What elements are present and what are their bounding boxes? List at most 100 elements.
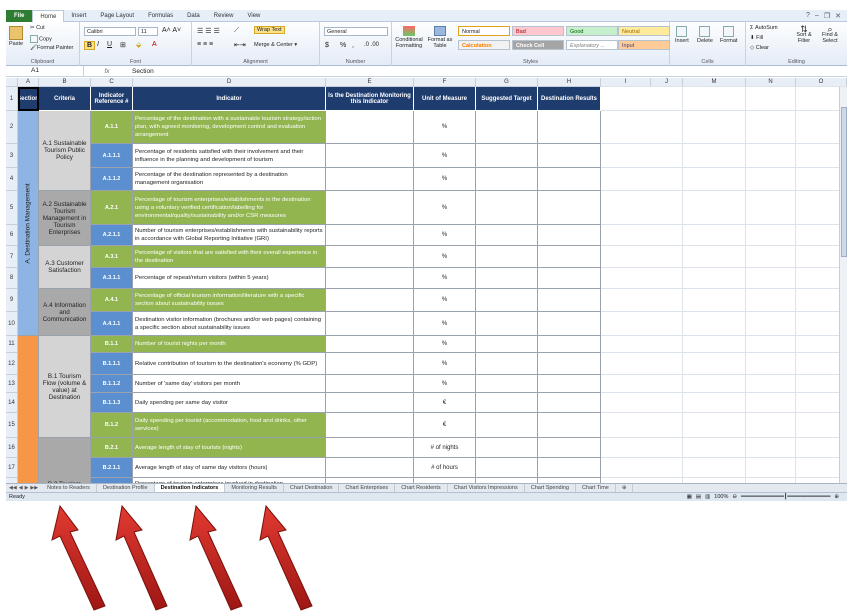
row-header-7[interactable]: 7 xyxy=(6,246,18,268)
suggested-target-cell[interactable] xyxy=(476,246,538,268)
indicator-ref[interactable]: B.2.1.1 xyxy=(91,458,133,478)
indicator-ref[interactable]: B.1.1.3 xyxy=(91,393,133,413)
format-painter-button[interactable]: 🖌Format Painter xyxy=(30,45,73,51)
underline-button[interactable]: U xyxy=(107,41,112,48)
indicator-ref[interactable]: A.1.1 xyxy=(91,111,133,144)
unit-of-measure[interactable]: # of hours xyxy=(414,458,476,478)
unit-of-measure[interactable]: % xyxy=(414,168,476,191)
style-check-cell[interactable]: Check Cell xyxy=(512,40,564,50)
unit-of-measure[interactable]: # of nights xyxy=(414,438,476,458)
currency-button[interactable]: $ xyxy=(325,42,329,49)
indicator-text[interactable]: Percentage of tourism enterprises/establ… xyxy=(133,191,326,225)
indicator-ref[interactable]: A.3.1 xyxy=(91,246,133,268)
column-header-d[interactable]: D xyxy=(133,78,326,87)
font-name-select[interactable]: Calibri xyxy=(84,27,136,36)
monitoring-cell[interactable] xyxy=(326,312,414,336)
suggested-target-cell[interactable] xyxy=(476,168,538,191)
row-header-13[interactable]: 13 xyxy=(6,375,18,393)
header-ref[interactable]: Indicator Reference # xyxy=(91,87,133,111)
suggested-target-cell[interactable] xyxy=(476,312,538,336)
row-header-14[interactable]: 14 xyxy=(6,393,18,413)
merge-center-button[interactable]: Merge & Center ▾ xyxy=(254,42,297,48)
destination-results-cell[interactable] xyxy=(538,225,601,246)
indicator-ref[interactable]: A.2.1.1 xyxy=(91,225,133,246)
unit-of-measure[interactable]: % xyxy=(414,268,476,289)
restore-icon[interactable]: ❐ xyxy=(824,12,830,20)
indicator-ref[interactable]: A.4.1 xyxy=(91,289,133,312)
suggested-target-cell[interactable] xyxy=(476,144,538,168)
find-select-button[interactable]: ⌕ Find & Select xyxy=(818,25,842,45)
tab-page-layout[interactable]: Page Layout xyxy=(93,10,141,22)
indicator-ref[interactable]: A.4.1.1 xyxy=(91,312,133,336)
header-monitoring[interactable]: Is the Destination Monitoring this Indic… xyxy=(326,87,414,111)
indicator-text[interactable]: Percentage of the destination with a sus… xyxy=(133,111,326,144)
indicator-text[interactable]: Percentage of official tourism informati… xyxy=(133,289,326,312)
indicator-text[interactable]: Percentage of visitors that are satisfie… xyxy=(133,246,326,268)
destination-results-cell[interactable] xyxy=(538,144,601,168)
suggested-target-cell[interactable] xyxy=(476,393,538,413)
next-sheet-icon[interactable]: ▶ xyxy=(25,485,29,491)
monitoring-cell[interactable] xyxy=(326,393,414,413)
prev-sheet-icon[interactable]: ◀ xyxy=(19,485,23,491)
criteria-a4[interactable]: A.4 Information and Communication xyxy=(39,289,91,336)
row-header-9[interactable]: 9 xyxy=(6,289,18,312)
cut-button[interactable]: ✂ Cut xyxy=(30,25,45,31)
monitoring-cell[interactable] xyxy=(326,225,414,246)
monitoring-cell[interactable] xyxy=(326,438,414,458)
minimize-icon[interactable]: – xyxy=(815,12,819,20)
section-a-cell[interactable]: A. Destination Management xyxy=(18,111,39,336)
destination-results-cell[interactable] xyxy=(538,312,601,336)
unit-of-measure[interactable]: % xyxy=(414,375,476,393)
destination-results-cell[interactable] xyxy=(538,375,601,393)
tab-view[interactable]: View xyxy=(240,10,267,22)
row-header-6[interactable]: 6 xyxy=(6,225,18,246)
indicator-ref[interactable]: A.2.1 xyxy=(91,191,133,225)
monitoring-cell[interactable] xyxy=(326,353,414,375)
indicator-text[interactable]: Average length of stay of same day visit… xyxy=(133,458,326,478)
insert-cells-button[interactable]: Insert xyxy=(675,26,689,44)
unit-of-measure[interactable]: % xyxy=(414,225,476,246)
monitoring-cell[interactable] xyxy=(326,413,414,438)
unit-of-measure[interactable]: % xyxy=(414,289,476,312)
monitoring-cell[interactable] xyxy=(326,111,414,144)
indicator-text[interactable]: Number of 'same day' visitors per month xyxy=(133,375,326,393)
column-header-b[interactable]: B xyxy=(39,78,91,87)
conditional-formatting-button[interactable]: Conditional Formatting xyxy=(394,26,424,49)
fx-icon[interactable]: fx xyxy=(84,68,130,75)
unit-of-measure[interactable]: % xyxy=(414,336,476,353)
select-all-corner[interactable] xyxy=(6,78,18,87)
destination-results-cell[interactable] xyxy=(538,246,601,268)
destination-results-cell[interactable] xyxy=(538,268,601,289)
suggested-target-cell[interactable] xyxy=(476,336,538,353)
indicator-text[interactable]: Average length of stay of tourists (nigh… xyxy=(133,438,326,458)
row-header-5[interactable]: 5 xyxy=(6,191,18,225)
autosum-button[interactable]: Σ AutoSum xyxy=(750,25,778,31)
row-header-16[interactable]: 16 xyxy=(6,438,18,458)
indicator-text[interactable]: Percentage of repeat/return visitors (wi… xyxy=(133,268,326,289)
paste-button[interactable]: Paste xyxy=(9,26,23,47)
comma-button[interactable]: , xyxy=(352,42,354,49)
header-results[interactable]: Destination Results xyxy=(538,87,601,111)
font-size-select[interactable]: 11 xyxy=(138,27,158,36)
destination-results-cell[interactable] xyxy=(538,111,601,144)
worksheet-grid[interactable]: ABCDEFGHIJMNO123456789101112131415161718… xyxy=(6,78,847,483)
suggested-target-cell[interactable] xyxy=(476,458,538,478)
style-bad[interactable]: Bad xyxy=(512,26,564,36)
row-header-12[interactable]: 12 xyxy=(6,353,18,375)
style-explanatory[interactable]: Explanatory ... xyxy=(566,40,618,50)
bold-button[interactable]: B xyxy=(84,41,96,50)
monitoring-cell[interactable] xyxy=(326,336,414,353)
row-header-2[interactable]: 2 xyxy=(6,111,18,144)
header-criteria[interactable]: Criteria xyxy=(39,87,91,111)
indicator-ref[interactable]: B.1.1.1 xyxy=(91,353,133,375)
delete-cells-button[interactable]: Delete xyxy=(697,26,713,44)
indicator-text[interactable]: Number of tourism enterprises/establishm… xyxy=(133,225,326,246)
criteria-b2[interactable]: B.2 Tourism Enterprise(s) xyxy=(39,438,91,483)
row-header-8[interactable]: 8 xyxy=(6,268,18,289)
close-icon[interactable]: ✕ xyxy=(835,12,841,20)
indicator-text[interactable]: Daily spending per tourist (accommodatio… xyxy=(133,413,326,438)
first-sheet-icon[interactable]: ◀◀ xyxy=(9,485,17,491)
last-sheet-icon[interactable]: ▶▶ xyxy=(30,485,38,491)
unit-of-measure[interactable]: % xyxy=(414,191,476,225)
destination-results-cell[interactable] xyxy=(538,289,601,312)
